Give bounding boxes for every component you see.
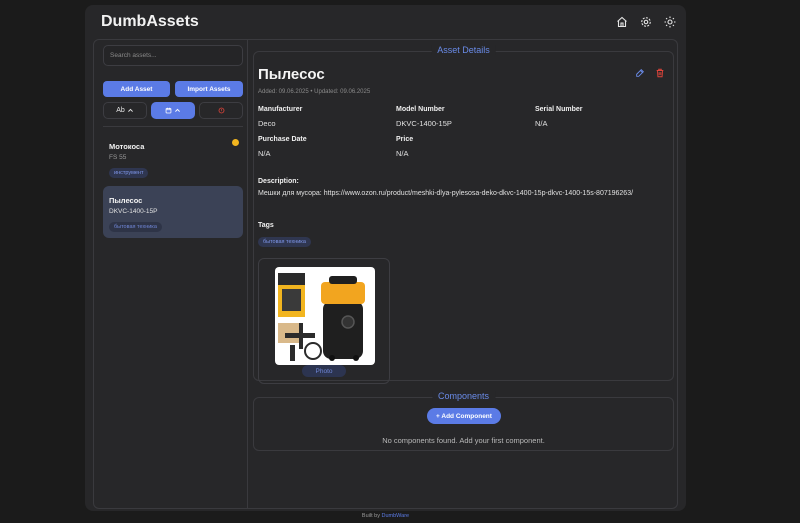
- price-value: N/A: [396, 149, 409, 158]
- vacuum-illustration: [278, 273, 365, 361]
- warranty-filter-button[interactable]: [199, 102, 243, 119]
- main-container: Add Asset Import Assets Ab Мотокоса FS 5…: [93, 39, 678, 509]
- home-icon[interactable]: [616, 16, 628, 28]
- photo-label: Photo: [302, 365, 346, 377]
- manufacturer-value: Deco: [258, 119, 276, 128]
- asset-list-item[interactable]: Мотокоса FS 55 инструмент: [103, 132, 243, 184]
- warranty-warning-icon: [232, 139, 239, 146]
- photo-card[interactable]: Photo: [258, 258, 390, 384]
- purchase-date-label: Purchase Date: [258, 136, 307, 143]
- description-label: Description:: [258, 178, 299, 185]
- asset-name: Мотокоса: [109, 142, 145, 151]
- asset-model: DKVC-1400-15P: [109, 208, 158, 215]
- add-asset-button[interactable]: Add Asset: [103, 81, 170, 97]
- search-input[interactable]: [103, 45, 243, 66]
- asset-details-panel: Asset Details Пылесос Added: 09.06.2025 …: [253, 45, 674, 384]
- sort-by-date-button[interactable]: [151, 102, 195, 119]
- chevron-up-icon: [127, 108, 133, 112]
- footer-text: Built by: [361, 513, 380, 519]
- price-label: Price: [396, 136, 414, 143]
- description-text: Мешки для мусора: https://www.ozon.ru/pr…: [258, 190, 634, 197]
- chevron-up-icon: [175, 108, 180, 112]
- product-photo[interactable]: [275, 267, 375, 365]
- sidebar-divider: [103, 126, 243, 127]
- add-component-button[interactable]: + Add Component: [427, 408, 501, 424]
- model-number-label: Model Number: [396, 106, 445, 113]
- tag-pill[interactable]: бытовая техника: [258, 237, 311, 247]
- clock-alert-icon: [218, 107, 224, 114]
- serial-number-label: Serial Number: [535, 106, 583, 113]
- asset-list-item-active[interactable]: Пылесос DKVC-1400-15P бытовая техника: [103, 186, 243, 238]
- tags-label: Tags: [258, 222, 274, 229]
- header-actions: [616, 16, 676, 28]
- components-empty-text: No components found. Add your first comp…: [382, 436, 545, 445]
- asset-title: Пылесос: [258, 66, 325, 83]
- sidebar: Add Asset Import Assets Ab Мотокоса FS 5…: [94, 40, 248, 508]
- sort-name-label: Ab: [116, 107, 125, 114]
- app-title: DumbAssets: [101, 13, 199, 30]
- components-legend: Components: [431, 391, 496, 401]
- footer-link[interactable]: DumbWare: [381, 513, 409, 519]
- calendar-icon: [165, 107, 172, 114]
- asset-model: FS 55: [109, 154, 127, 161]
- model-number-value: DKVC-1400-15P: [396, 119, 452, 128]
- edit-icon[interactable]: [635, 68, 645, 78]
- serial-number-value: N/A: [535, 119, 548, 128]
- gear-icon[interactable]: [640, 16, 652, 28]
- asset-name: Пылесос: [109, 196, 143, 205]
- footer: Built by DumbWare: [0, 513, 771, 519]
- asset-dates: Added: 09.06.2025 • Updated: 09.06.2025: [258, 89, 371, 95]
- asset-tag: инструмент: [109, 168, 149, 178]
- trash-icon[interactable]: [655, 68, 665, 78]
- sun-icon[interactable]: [664, 16, 676, 28]
- import-assets-button[interactable]: Import Assets: [175, 81, 243, 97]
- asset-tag: бытовая техника: [109, 222, 162, 232]
- components-panel: Components + Add Component No components…: [253, 391, 674, 451]
- purchase-date-value: N/A: [258, 149, 271, 158]
- sort-by-name-button[interactable]: Ab: [103, 102, 147, 119]
- app-window: DumbAssets Add Asset Import Assets Ab: [85, 5, 686, 511]
- asset-details-legend: Asset Details: [431, 45, 496, 55]
- manufacturer-label: Manufacturer: [258, 106, 303, 113]
